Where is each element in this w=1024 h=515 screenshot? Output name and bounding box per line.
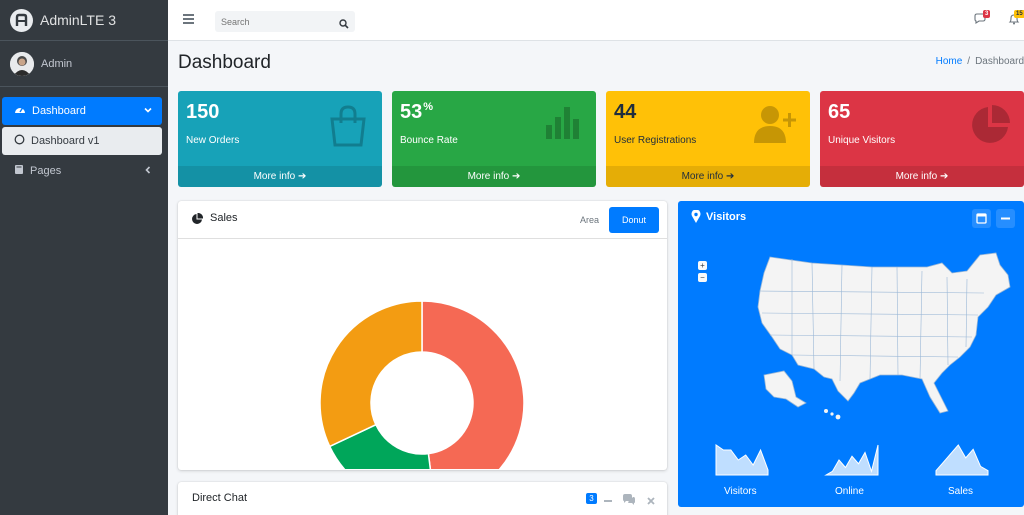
stat-box-user-registrations: 44 User Registrations More info ➔ (606, 91, 810, 187)
stat-label: Unique Visitors (828, 135, 896, 146)
chevron-down-icon (144, 105, 152, 117)
stat-label: Bounce Rate (400, 135, 458, 146)
sparkline-online (824, 444, 879, 476)
sales-card: Sales Area Donut (178, 201, 667, 506)
top-navbar: 3 15 (168, 0, 1024, 41)
collapse-button[interactable] (996, 209, 1015, 228)
sidebar-item-label: Pages (30, 165, 62, 177)
visitors-card: Visitors + − Visitors Online Sales (678, 201, 1024, 507)
more-info-link[interactable]: More info ➔ (606, 166, 810, 187)
calendar-icon (976, 213, 987, 224)
donut-slice[interactable] (421, 300, 525, 506)
direct-chat-card: Direct Chat 3 (178, 482, 667, 515)
comments-icon[interactable]: 3 (974, 10, 991, 30)
sidebar: AdminLTE 3 Admin Dashboard Dashboard v1 … (0, 0, 168, 515)
usa-map[interactable] (752, 251, 1014, 421)
card-title: Sales (210, 212, 238, 224)
avatar (10, 51, 34, 76)
map-marker-icon (691, 209, 701, 228)
sidebar-item-label: Dashboard v1 (31, 135, 100, 147)
close-icon[interactable] (646, 493, 656, 511)
sparkline-sales (935, 444, 989, 476)
sidebar-item-dashboard[interactable]: Dashboard (2, 97, 162, 125)
card-title: Visitors (706, 211, 747, 223)
pie-chart-icon (191, 212, 204, 230)
sidebar-item-pages[interactable]: Pages (2, 157, 162, 185)
breadcrumb: Home / Dashboard (936, 56, 1024, 67)
adminlte-logo-icon (10, 8, 33, 32)
user-name: Admin (41, 57, 73, 70)
donut-chart (319, 300, 525, 506)
bar-chart-icon (544, 103, 584, 144)
stat-box-bounce-rate: 53% Bounce Rate More info ➔ (392, 91, 596, 187)
brand[interactable]: AdminLTE 3 (0, 0, 168, 41)
stat-box-new-orders: 150 New Orders More info ➔ (178, 91, 382, 187)
sidebar-nav: Dashboard Dashboard v1 Pages (0, 87, 168, 185)
app: AdminLTE 3 Admin Dashboard Dashboard v1 … (0, 0, 1024, 515)
bell-icon[interactable]: 15 (1008, 10, 1024, 30)
breadcrumb-separator: / (967, 56, 971, 67)
notifications-badge: 15 (1014, 10, 1024, 18)
chevron-left-icon (144, 165, 152, 177)
stat-box-unique-visitors: 65 Unique Visitors More info ➔ (820, 91, 1024, 187)
comments-icon[interactable] (623, 492, 635, 510)
brand-name: AdminLTE 3 (40, 12, 116, 28)
user-panel[interactable]: Admin (0, 41, 168, 87)
arrow-circle-right-icon: ➔ (726, 171, 735, 182)
zoom-out-button[interactable]: − (698, 273, 707, 282)
arrow-circle-right-icon: ➔ (298, 171, 307, 182)
menu-toggle-icon[interactable] (183, 14, 194, 24)
minus-icon[interactable] (603, 493, 613, 511)
more-info-link[interactable]: More info ➔ (392, 166, 596, 187)
breadcrumb-current: Dashboard (975, 56, 1024, 67)
sparklines (715, 444, 989, 476)
minus-icon (1001, 217, 1010, 220)
sparkline-label: Sales (948, 486, 974, 497)
circle-icon (14, 134, 25, 148)
arrow-circle-right-icon: ➔ (512, 171, 521, 182)
sidebar-item-dashboard-v1[interactable]: Dashboard v1 (2, 127, 162, 155)
more-info-link[interactable]: More info ➔ (178, 166, 382, 187)
tachometer-icon (14, 104, 26, 119)
user-plus-icon (752, 103, 798, 148)
stat-value: 65 (828, 101, 851, 123)
chat-count-badge: 3 (586, 493, 597, 504)
zoom-in-button[interactable]: + (698, 261, 707, 270)
sparkline-label: Visitors (724, 486, 757, 497)
calendar-button[interactable] (972, 209, 991, 228)
pie-chart-icon (968, 103, 1012, 152)
more-info-link[interactable]: More info ➔ (820, 166, 1024, 187)
breadcrumb-home-link[interactable]: Home (936, 56, 963, 67)
messages-badge: 3 (983, 10, 991, 18)
search-box (215, 11, 355, 32)
stat-label: User Registrations (614, 135, 697, 146)
arrow-circle-right-icon: ➔ (940, 171, 949, 182)
stat-value: 150 (186, 101, 220, 123)
stat-value: 44 (614, 101, 637, 123)
sparkline-label: Online (835, 486, 864, 497)
page-title: Dashboard (178, 52, 271, 73)
sparkline-visitors (715, 444, 769, 476)
tab-donut[interactable]: Donut (609, 207, 659, 233)
shopping-bag-icon (326, 103, 370, 152)
tab-area[interactable]: Area (580, 215, 599, 225)
donut-slice[interactable] (319, 300, 423, 448)
search-input[interactable] (215, 11, 330, 32)
book-icon (14, 164, 24, 178)
stat-label: New Orders (186, 135, 240, 146)
card-header: Sales Area Donut (178, 201, 667, 239)
search-icon[interactable] (339, 16, 349, 34)
card-title: Direct Chat (192, 492, 248, 504)
stat-value: 53% (400, 101, 434, 123)
sidebar-item-label: Dashboard (32, 105, 86, 117)
